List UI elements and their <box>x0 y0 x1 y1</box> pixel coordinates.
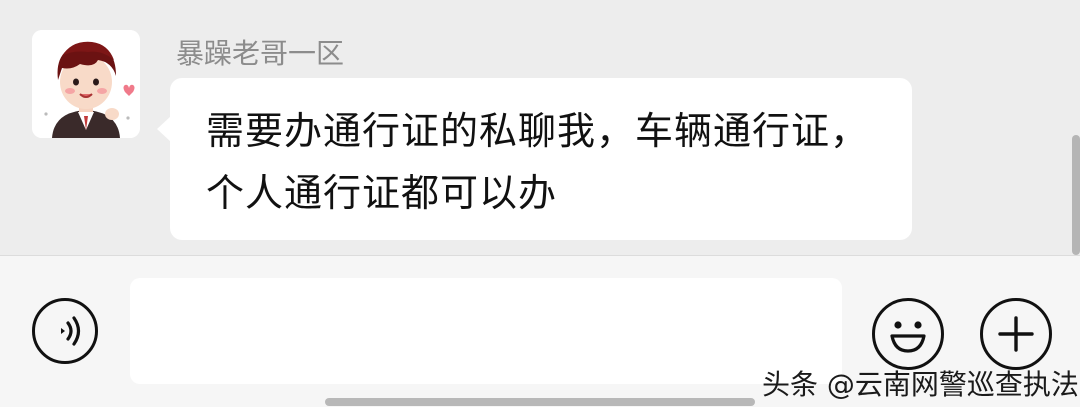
message-text: 需要办通行证的私聊我，车辆通行证，个人通行证都可以办 <box>206 109 870 215</box>
message-bubble[interactable]: 需要办通行证的私聊我，车辆通行证，个人通行证都可以办 <box>157 78 912 240</box>
watermark: 头条 @云南网警巡查执法 <box>762 368 1079 401</box>
voice-button[interactable] <box>32 298 98 364</box>
avatar[interactable] <box>32 30 140 138</box>
home-indicator[interactable] <box>325 398 755 406</box>
chat-area: 暴躁老哥一区 需要办通行证的私聊我，车辆通行证，个人通行证都可以办 <box>0 0 1080 255</box>
plus-icon <box>998 316 1034 352</box>
voice-icon <box>61 316 81 346</box>
input-bar: 头条 @云南网警巡查执法 <box>0 255 1080 407</box>
avatar-cartoon-icon <box>32 30 140 138</box>
emoji-icon <box>890 321 926 353</box>
message-input[interactable] <box>130 278 842 384</box>
more-button[interactable] <box>980 298 1052 370</box>
emoji-button[interactable] <box>872 298 944 370</box>
sender-name: 暴躁老哥一区 <box>176 37 345 70</box>
scrollbar-thumb[interactable] <box>1072 135 1080 255</box>
